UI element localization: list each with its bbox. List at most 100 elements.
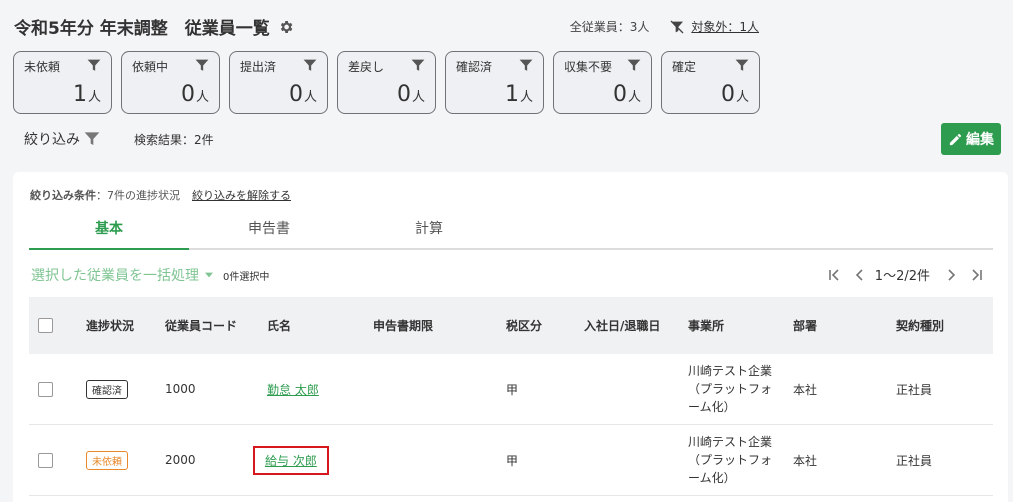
pencil-icon (949, 133, 962, 145)
excluded-link[interactable]: 対象外：1人 (691, 18, 759, 35)
office-line: 川崎テスト企業 (688, 435, 773, 449)
total-employees: 全従業員：3人 (569, 20, 650, 34)
select-all-checkbox[interactable] (38, 318, 53, 333)
status-card-unrequested[interactable]: 未依頼 1人 (13, 51, 112, 114)
header-code[interactable]: 従業員コード (165, 317, 237, 334)
card-count: 0 (720, 82, 735, 107)
header-name[interactable]: 氏名 (267, 317, 291, 334)
filter-row: 絞り込み 検索結果：2件 (24, 129, 214, 149)
contract-type: 正社員 (896, 382, 933, 397)
employee-name-link[interactable]: 給与 次郎 (265, 454, 317, 468)
first-page-icon[interactable] (823, 266, 845, 284)
header-contract[interactable]: 契約種別 (896, 317, 944, 334)
filter-icon (627, 59, 641, 71)
status-badge: 確認済 (86, 379, 128, 399)
search-result-count: 検索結果：2件 (134, 132, 214, 147)
page-range: 1〜2/2件 (874, 269, 930, 284)
employee-panel: 絞り込み条件 ：7件の進捗状況 絞り込みを解除する 基本 申告書 計算 選択した… (13, 172, 1008, 502)
office: 川崎テスト企業 （プラットフォ ーム化） (688, 362, 778, 416)
row-checkbox[interactable] (38, 452, 53, 468)
pagination: 1〜2/2件 (819, 265, 988, 284)
card-label: 差戻し (348, 60, 385, 74)
filter-icon (303, 59, 317, 71)
office-line: ーム化） (688, 471, 736, 485)
card-label: 未依頼 (24, 60, 61, 74)
selected-count: 0件選択中 (223, 271, 270, 283)
card-unit: 人 (735, 90, 749, 105)
office-line: 川崎テスト企業 (688, 364, 773, 378)
header-status[interactable]: 進捗状況 (86, 317, 134, 334)
caret-down-icon (205, 272, 213, 278)
status-cards: 未依頼 1人 依頼中 0人 提出済 0人 差戻し 0人 確認済 1人 収集不要 … (13, 51, 760, 114)
last-page-icon[interactable] (966, 266, 988, 284)
tab-calculation[interactable]: 計算 (349, 212, 509, 248)
status-card-not-required[interactable]: 収集不要 0人 (553, 51, 652, 114)
card-unit: 人 (303, 90, 317, 105)
filter-icon (519, 59, 533, 71)
header-summary: 全従業員：3人 対象外：1人 (570, 18, 759, 35)
edit-button[interactable]: 編集 (941, 123, 1001, 155)
filter-icon[interactable] (84, 131, 100, 147)
department: 本社 (793, 382, 818, 397)
prev-page-icon[interactable] (849, 266, 871, 284)
clear-filter-link[interactable]: 絞り込みを解除する (192, 187, 291, 203)
card-label: 収集不要 (564, 60, 613, 74)
header-date[interactable]: 入社日/退職日 (584, 317, 660, 334)
table-header: 進捗状況 従業員コード 氏名 申告書期限 税区分 入社日/退職日 事業所 部署 … (29, 297, 993, 354)
card-label: 確認済 (456, 60, 493, 74)
status-badge: 未依頼 (86, 450, 128, 470)
employee-code: 2000 (165, 453, 196, 467)
table-row: 未依頼 2000 給与 次郎 甲 川崎テスト企業 （プラットフォ ーム化） 本社… (29, 425, 993, 496)
employee-code: 1000 (165, 382, 196, 396)
card-count: 1 (72, 82, 87, 107)
condition-key: 絞り込み条件 (30, 189, 96, 202)
status-card-confirmed[interactable]: 確認済 1人 (445, 51, 544, 114)
employee-name-link[interactable]: 勤怠 太郎 (267, 381, 319, 398)
condition-value: ：7件の進捗状況 (96, 189, 180, 202)
status-card-finalized[interactable]: 確定 0人 (661, 51, 760, 114)
card-unit: 人 (87, 90, 101, 105)
row-checkbox[interactable] (38, 381, 53, 397)
card-unit: 人 (627, 90, 641, 105)
card-unit: 人 (411, 90, 425, 105)
card-label: 確定 (672, 60, 697, 74)
card-unit: 人 (519, 90, 533, 105)
card-count: 0 (612, 82, 627, 107)
status-card-requesting[interactable]: 依頼中 0人 (121, 51, 220, 114)
header-office[interactable]: 事業所 (688, 317, 724, 334)
tab-declaration[interactable]: 申告書 (189, 212, 349, 248)
office-line: （プラットフォ (688, 453, 773, 467)
gear-icon[interactable] (278, 19, 294, 35)
card-count: 0 (180, 82, 195, 107)
tab-bar: 基本 申告書 計算 (29, 212, 993, 250)
table-row: 確認済 1000 勤怠 太郎 甲 川崎テスト企業 （プラットフォ ーム化） 本社… (29, 354, 993, 425)
page-title: 令和5年分 年末調整 従業員一覧 (14, 19, 270, 39)
header-dept[interactable]: 部署 (793, 317, 817, 334)
filter-toggle[interactable]: 絞り込み (24, 129, 80, 149)
card-label: 依頼中 (132, 60, 169, 74)
header-tax[interactable]: 税区分 (506, 317, 542, 334)
contract-type: 正社員 (896, 453, 933, 468)
card-count: 0 (288, 82, 303, 107)
tax-category: 甲 (506, 453, 519, 468)
bulk-action[interactable]: 選択した従業員を一括処理 0件選択中 (31, 265, 269, 285)
status-card-submitted[interactable]: 提出済 0人 (229, 51, 328, 114)
filter-icon (735, 59, 749, 71)
tab-basic[interactable]: 基本 (29, 212, 189, 250)
status-card-returned[interactable]: 差戻し 0人 (337, 51, 436, 114)
edit-button-label: 編集 (966, 132, 994, 148)
office: 川崎テスト企業 （プラットフォ ーム化） (688, 433, 778, 487)
filter-condition: 絞り込み条件 ：7件の進捗状況 絞り込みを解除する (30, 187, 291, 203)
page-header: 令和5年分 年末調整 従業員一覧 (14, 14, 294, 39)
filter-icon (87, 59, 101, 71)
next-page-icon[interactable] (940, 266, 962, 284)
bulk-action-label: 選択した従業員を一括処理 (31, 268, 199, 284)
tax-category: 甲 (506, 382, 519, 397)
card-label: 提出済 (240, 60, 277, 74)
office-line: ーム化） (688, 400, 736, 414)
header-deadline[interactable]: 申告書期限 (373, 317, 433, 334)
office-line: （プラットフォ (688, 382, 773, 396)
filter-off-icon (670, 20, 684, 33)
card-unit: 人 (195, 90, 209, 105)
filter-icon (411, 59, 425, 71)
